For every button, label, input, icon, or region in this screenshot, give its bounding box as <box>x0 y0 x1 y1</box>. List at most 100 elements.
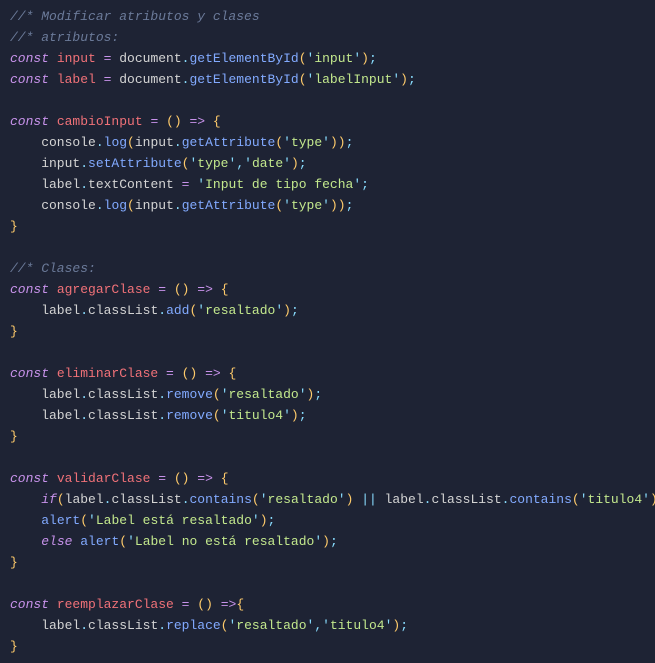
token-semi: ; <box>361 177 369 192</box>
token-str: titulo4 <box>229 408 284 423</box>
token-func: log <box>104 135 127 150</box>
token-brace: } <box>10 639 18 654</box>
code-line: //* Modificar atributos y clases <box>10 6 645 27</box>
code-line: console.log(input.getAttribute('type')); <box>10 132 645 153</box>
token-ident <box>182 114 190 129</box>
token-ident: document <box>111 72 181 87</box>
token-punct: ' <box>385 618 393 633</box>
token-punct: ' <box>228 618 236 633</box>
token-punct: ' <box>353 177 361 192</box>
token-paren: () <box>197 597 213 612</box>
token-arrow: => <box>197 471 213 486</box>
token-func: log <box>104 198 127 213</box>
token-ident <box>174 366 182 381</box>
code-line: } <box>10 636 645 657</box>
code-line: //* atributos: <box>10 27 645 48</box>
token-punct: ' <box>322 198 330 213</box>
token-var-decl: input <box>57 51 96 66</box>
token-str: type <box>197 156 228 171</box>
token-paren: () <box>174 471 190 486</box>
code-line <box>10 90 645 111</box>
token-ident: label <box>377 492 424 507</box>
token-dot: . <box>174 198 182 213</box>
token-ident <box>166 471 174 486</box>
token-paren: ( <box>572 492 580 507</box>
token-punct: , <box>236 156 244 171</box>
token-str: Input de tipo fecha <box>205 177 353 192</box>
code-line <box>10 573 645 594</box>
token-comment: //* Modificar atributos y clases <box>10 9 260 24</box>
token-dot: . <box>80 177 88 192</box>
token-prop: classList <box>88 618 158 633</box>
token-arrow: => <box>190 114 206 129</box>
token-ident <box>174 177 182 192</box>
token-func: setAttribute <box>88 156 182 171</box>
token-punct: ' <box>314 534 322 549</box>
token-kw-const: const <box>10 51 57 66</box>
token-dot: . <box>158 408 166 423</box>
token-semi: ; <box>299 156 307 171</box>
token-str: resaltado <box>205 303 275 318</box>
token-paren: ( <box>221 618 229 633</box>
token-punct: ' <box>221 408 229 423</box>
token-paren: ) <box>400 72 408 87</box>
token-punct: ' <box>221 387 229 402</box>
token-paren: ) <box>291 156 299 171</box>
token-ident: input <box>135 135 174 150</box>
token-dot: . <box>158 303 166 318</box>
token-ident <box>10 534 41 549</box>
token-str: titulo4 <box>588 492 643 507</box>
token-ident <box>221 366 229 381</box>
token-punct: ' <box>244 156 252 171</box>
token-ident: label <box>10 387 80 402</box>
token-semi: ; <box>400 618 408 633</box>
token-ident: label <box>10 618 80 633</box>
token-var-decl: cambioInput <box>57 114 143 129</box>
token-func: alert <box>80 534 119 549</box>
token-punct: ' <box>283 408 291 423</box>
token-paren: ) <box>322 534 330 549</box>
token-punct: , <box>314 618 322 633</box>
token-punct: ' <box>307 618 315 633</box>
token-semi: ; <box>346 198 354 213</box>
token-ident: console <box>10 135 96 150</box>
token-paren: ( <box>299 72 307 87</box>
token-brace: { <box>221 471 229 486</box>
token-semi: ; <box>408 72 416 87</box>
token-ident: input <box>135 198 174 213</box>
code-line: const eliminarClase = () => { <box>10 363 645 384</box>
token-str: resaltado <box>268 492 338 507</box>
code-line: label.classList.replace('resaltado','tit… <box>10 615 645 636</box>
token-prop: classList <box>88 303 158 318</box>
code-line: //* Clases: <box>10 258 645 279</box>
token-paren: ) <box>361 51 369 66</box>
token-punct: ' <box>275 303 283 318</box>
token-ident <box>96 72 104 87</box>
token-ident <box>96 51 104 66</box>
token-paren: () <box>174 282 190 297</box>
token-paren: ( <box>275 135 283 150</box>
token-ident <box>205 114 213 129</box>
token-semi: ; <box>291 303 299 318</box>
token-kw-const: const <box>10 597 57 612</box>
token-punct: ' <box>322 618 330 633</box>
code-line: } <box>10 426 645 447</box>
token-comment: //* atributos: <box>10 30 119 45</box>
token-ident <box>213 597 221 612</box>
token-var-decl: validarClase <box>57 471 151 486</box>
token-paren: ) <box>392 618 400 633</box>
token-var-decl: eliminarClase <box>57 366 158 381</box>
token-str: titulo4 <box>330 618 385 633</box>
token-punct: ' <box>299 387 307 402</box>
token-str: Label no está resaltado <box>135 534 314 549</box>
token-dot: . <box>158 618 166 633</box>
token-ident <box>197 366 205 381</box>
token-dot: . <box>158 387 166 402</box>
token-str: resaltado <box>229 387 299 402</box>
token-func: remove <box>166 408 213 423</box>
token-func: getAttribute <box>182 198 276 213</box>
token-ident: label <box>65 492 104 507</box>
token-brace: } <box>10 429 18 444</box>
token-paren: ( <box>127 135 135 150</box>
token-paren: ( <box>299 51 307 66</box>
